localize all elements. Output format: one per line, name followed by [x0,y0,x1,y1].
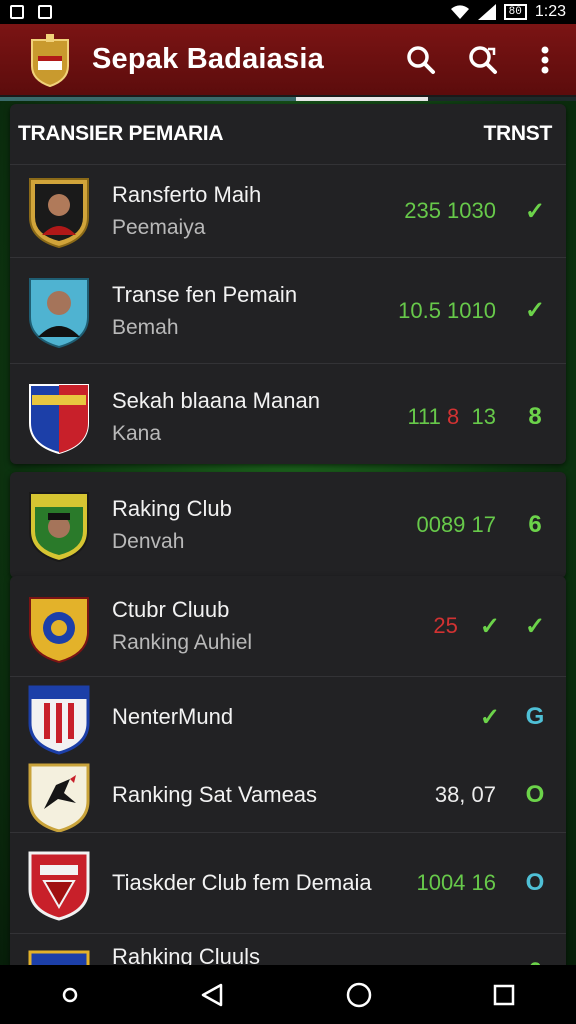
check-icon: ✓ [479,612,500,640]
club-crest-badge [28,851,90,921]
app-logo [31,33,69,87]
item-value: 38, 07 [434,781,496,807]
status-check-icon: ✓ [524,612,546,640]
status-indicator: O [525,869,545,896]
item-title: Ransferto Maih [112,182,262,207]
card-header: TRANSIER PEMARIA TRNST [10,104,566,164]
list-item[interactable]: Transe fen Pemain Bemah 10.5 1010 ✓ [10,257,566,363]
status-time: 1:23 [534,3,566,20]
system-nav-bar [0,965,576,1024]
item-subtitle: Kana [112,421,162,445]
battery-icon: 80 [503,4,527,20]
recents-icon[interactable] [492,983,516,1007]
item-title: NenterMund [112,704,234,729]
item-value: 1004 16 [416,870,496,895]
list-item[interactable]: Raking Club Denvah 0089 17 6 [10,472,566,577]
item-value: 10.5 1010 [398,297,496,323]
player-avatar-badge [29,178,89,249]
club-card: Raking Club Denvah 0089 17 6 [10,472,566,578]
item-title: Raking Club [112,495,232,521]
item-title: Ctubr Cluub [112,597,230,622]
item-title: Tiaskder Club fem Demaia [112,870,372,895]
list-item[interactable]: Sekah blaana Manan Kana 111 8 13 8 [10,363,566,464]
status-indicator: 6 [528,510,542,538]
ranking-card: Ctubr Cluub Ranking Auhiel 25 ✓ ✓ Nenter… [10,576,566,971]
status-indicator: G [525,703,545,730]
back-icon[interactable] [199,982,225,1008]
item-subtitle: Bemah [112,315,179,339]
dot-button-icon[interactable] [60,985,80,1005]
signal-icon [477,4,496,20]
item-subtitle: Denvah [112,529,185,553]
list-item[interactable]: Ctubr Cluub Ranking Auhiel 25 ✓ ✓ [10,576,566,676]
app-bar: Sepak Badaiasia [0,24,576,98]
club-crest-badge [29,383,89,454]
list-item[interactable]: NenterMund ✓ G [10,676,566,757]
item-value: 25 [433,613,458,638]
club-crest-badge [28,685,90,755]
status-indicator: O [525,780,545,808]
item-title: Ranking Sat Vameas [112,781,318,807]
overflow-menu-button[interactable] [514,29,576,91]
item-value: 0089 17 [416,511,496,537]
list-item[interactable]: Ranking Sat Vameas 38, 07 O [10,757,566,833]
item-title: Sekah blaana Manan [112,387,320,413]
check-icon: ✓ [479,703,500,731]
tab-indicator [0,97,576,101]
app-title: Sepak Badaiasia [92,43,324,75]
club-crest-badge [28,763,90,833]
status-bar: 80 1:23 [0,0,576,24]
item-subtitle: Peemaiya [112,216,206,239]
transfer-card: TRANSIER PEMARIA TRNST Ransferto Maih Pe… [10,104,566,464]
mail-icon [38,5,52,19]
status-check-icon: ✓ [524,197,546,225]
filter-search-button[interactable] [452,29,514,91]
item-title: Transe fen Pemain [112,281,298,307]
item-value: 111 8 13 [407,403,496,429]
more-vert-icon [541,46,549,73]
list-item[interactable]: Ransferto Maih Peemaiya 235 1030 ✓ [10,164,566,257]
item-value: 235 1030 [404,198,496,223]
item-subtitle: Ranking Auhiel [112,631,253,654]
search-button[interactable] [390,29,452,91]
status-check-icon: ✓ [524,297,546,324]
home-icon[interactable] [345,981,373,1009]
section-action[interactable]: TRNST [484,122,553,146]
section-title: TRANSIER PEMARIA [18,122,224,145]
club-crest-badge [29,491,89,562]
notification-icon [10,5,24,19]
status-indicator: 8 [528,402,542,430]
list-item[interactable]: Tiaskder Club fem Demaia 1004 16 O [10,832,566,933]
search-icon [407,45,435,74]
player-avatar-badge [29,277,89,348]
search-refresh-icon [469,45,497,74]
wifi-icon [450,5,469,19]
club-crest-badge [29,597,89,664]
